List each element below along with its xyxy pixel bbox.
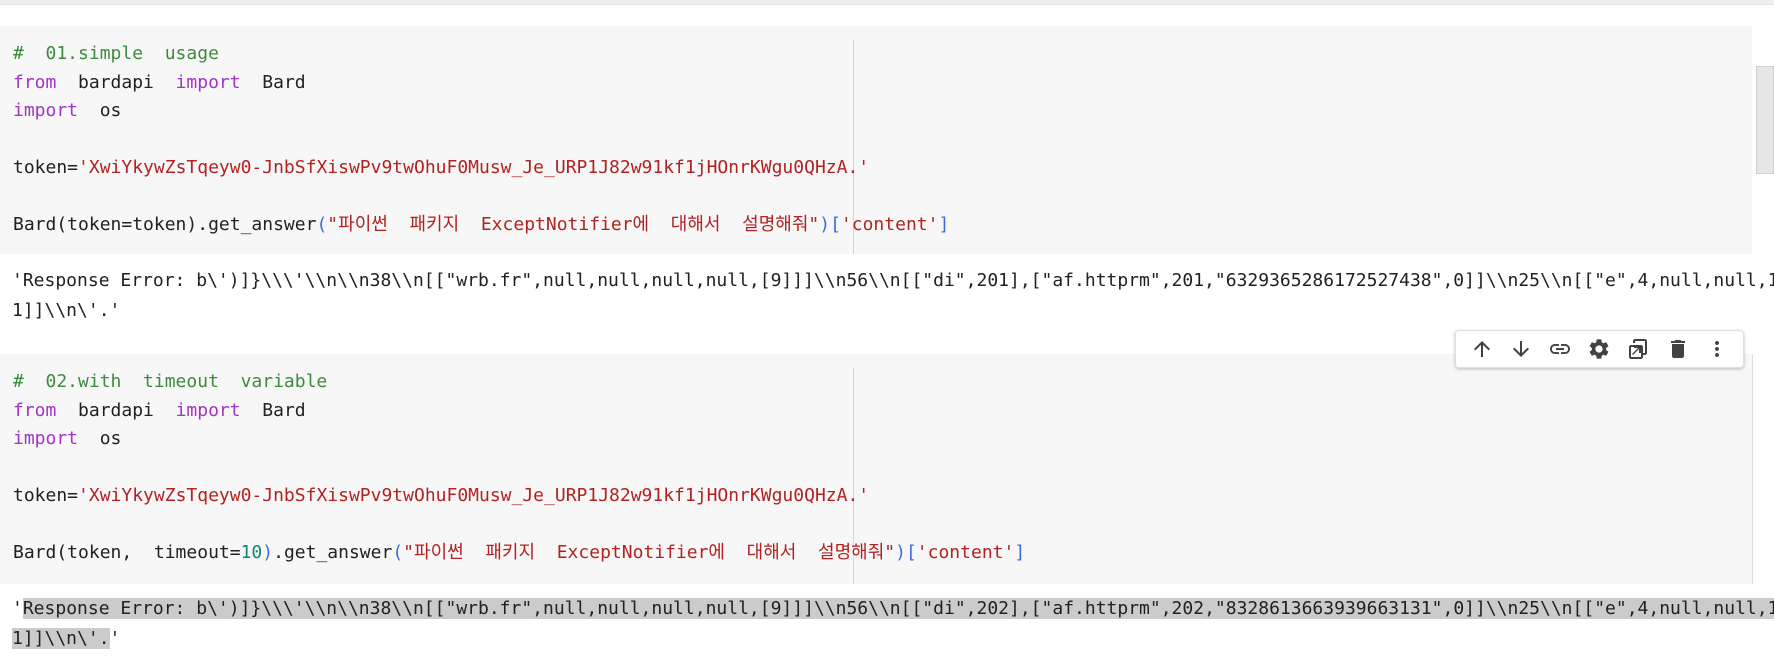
import-name: os — [78, 100, 122, 121]
bracket-close: ] — [938, 214, 950, 235]
prompt-string: "파이썬 패키지 ExceptNotifier에 대해서 설명해줘" — [403, 542, 896, 563]
keyword-import: import — [13, 100, 79, 121]
output-line: 1]]\\n\'.' — [12, 300, 121, 321]
top-divider — [0, 0, 1774, 5]
call-head: Bard(token, timeout= — [13, 542, 241, 563]
code-comment: # 01.simple usage — [13, 43, 219, 64]
paren-open: ( — [316, 214, 328, 235]
selected-output-text[interactable]: 1]]\\n\'. — [12, 628, 110, 649]
code-comment: # 02.with timeout variable — [13, 371, 328, 392]
output-line: 'Response Error: b\')]}\\\'\\n\\n38\\n[[… — [12, 270, 1774, 291]
mirror-cell-icon — [1628, 339, 1647, 359]
keyword-from: from — [13, 71, 57, 93]
more-actions-button[interactable] — [1701, 333, 1733, 365]
bracket-open: [ — [905, 542, 917, 563]
token-assign: token= — [13, 485, 79, 506]
code-cell-2[interactable]: # 02.with timeout variable from bardapi … — [0, 354, 1753, 584]
timeout-number: 10 — [240, 542, 263, 563]
mirror-cell-button[interactable] — [1623, 333, 1655, 365]
link-icon — [1550, 344, 1571, 354]
cell-toolbar — [1455, 330, 1744, 368]
module-name: bardapi — [56, 399, 176, 421]
keyword-import: import — [175, 71, 241, 93]
arrow-up-icon — [1473, 341, 1490, 357]
code-editor[interactable]: # 01.simple usage from bardapi import Ba… — [13, 40, 949, 240]
code-cell-1[interactable]: # 01.simple usage from bardapi import Ba… — [0, 26, 1752, 254]
cell-output-2[interactable]: 'Response Error: b\')]}\\\'\\n\\n38\\n[[… — [12, 594, 1774, 654]
import-name: os — [78, 428, 122, 449]
delete-cell-button[interactable] — [1662, 333, 1694, 365]
trash-icon — [1671, 340, 1686, 358]
call-head: Bard(token=token) — [13, 214, 198, 235]
keyword-from: from — [13, 399, 57, 421]
selected-output-text[interactable]: Response Error: b\')]}\\\'\\n\\n38\\n[["… — [22, 598, 1774, 619]
bracket-open: [ — [830, 214, 841, 235]
output-char: ' — [12, 598, 23, 619]
paren-open: ( — [392, 542, 404, 563]
import-name: Bard — [240, 71, 306, 93]
module-name: bardapi — [56, 71, 176, 93]
paren-close: ) — [895, 542, 906, 563]
cell-settings-button[interactable] — [1583, 333, 1615, 365]
prompt-string: "파이썬 패키지 ExceptNotifier에 대해서 설명해줘" — [327, 214, 820, 235]
gear-icon — [1590, 339, 1609, 359]
paren-close: ) — [262, 542, 274, 563]
more-vertical-icon — [1715, 341, 1720, 357]
keyword-import: import — [175, 399, 241, 421]
keyword-import: import — [13, 428, 79, 449]
move-cell-down-button[interactable] — [1505, 333, 1537, 365]
call-method: .get_answer — [197, 214, 317, 235]
arrow-down-icon — [1512, 341, 1529, 357]
content-key: 'content' — [840, 214, 939, 235]
import-name: Bard — [240, 399, 306, 421]
code-editor[interactable]: # 02.with timeout variable from bardapi … — [13, 368, 1025, 568]
scrollbar-thumb[interactable] — [1756, 66, 1774, 174]
content-key: 'content' — [916, 542, 1015, 563]
copy-link-button[interactable] — [1544, 333, 1576, 365]
call-method: .get_answer — [273, 542, 393, 563]
output-char: ' — [109, 628, 121, 649]
move-cell-up-button[interactable] — [1466, 333, 1498, 365]
token-assign: token= — [13, 157, 79, 178]
token-string: 'XwiYkywZsTqeyw0-JnbSfXiswPv9twOhuF0Musw… — [78, 157, 870, 178]
token-string: 'XwiYkywZsTqeyw0-JnbSfXiswPv9twOhuF0Musw… — [78, 485, 870, 506]
cell-output-1[interactable]: 'Response Error: b\')]}\\\'\\n\\n38\\n[[… — [12, 266, 1774, 326]
paren-close: ) — [819, 214, 831, 235]
bracket-close: ] — [1014, 542, 1026, 563]
